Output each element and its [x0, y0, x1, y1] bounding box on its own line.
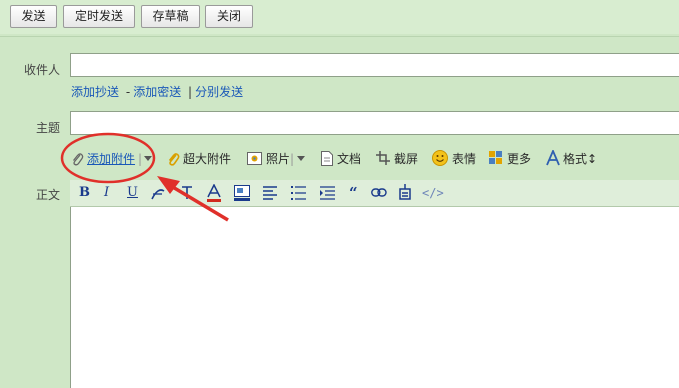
source-code-button[interactable]: </>	[422, 184, 444, 202]
more-button[interactable]: 更多	[507, 150, 531, 168]
add-bcc-link[interactable]: 添加密送	[133, 85, 181, 99]
separate-send-link[interactable]: 分别发送	[195, 85, 243, 99]
background-color-icon[interactable]	[234, 185, 250, 201]
document-button[interactable]: 文档	[337, 150, 361, 168]
format-label: 格式	[563, 152, 588, 166]
special-icon[interactable]	[398, 184, 412, 200]
format-button[interactable]: 格式↕	[563, 150, 597, 168]
screenshot-button[interactable]: 截屏	[394, 150, 418, 168]
font-color-icon[interactable]	[206, 184, 222, 202]
emoji-button[interactable]: 表情	[452, 150, 476, 168]
document-icon	[321, 151, 333, 166]
body-label: 正文	[36, 188, 61, 202]
to-field[interactable]	[70, 53, 679, 77]
more-icon	[489, 151, 502, 164]
font-family-icon[interactable]	[150, 185, 168, 201]
top-toolbar: 发送 定时发送 存草稿 关闭	[0, 0, 679, 34]
huge-attachment-icon	[168, 153, 180, 166]
link-icon[interactable]	[371, 188, 387, 198]
font-size-icon[interactable]	[179, 185, 195, 201]
underline-button[interactable]: U	[127, 184, 138, 202]
pipe-separator: |	[188, 85, 193, 99]
close-button[interactable]: 关闭	[205, 5, 253, 28]
photo-divider: |	[290, 152, 295, 166]
list-icon[interactable]	[291, 186, 307, 200]
save-draft-button[interactable]: 存草稿	[141, 5, 200, 28]
align-icon[interactable]	[263, 186, 279, 200]
dash-separator: -	[125, 85, 131, 99]
photo-dropdown-icon[interactable]	[296, 155, 306, 163]
photo-icon	[247, 152, 262, 165]
send-button[interactable]: 发送	[10, 5, 57, 28]
toolbar-divider	[0, 36, 679, 37]
format-icon	[546, 150, 560, 166]
attachment-divider: |	[138, 152, 143, 166]
body-editor[interactable]	[70, 207, 679, 388]
to-label: 收件人	[24, 63, 61, 77]
add-cc-link[interactable]: 添加抄送	[71, 85, 119, 99]
indent-icon[interactable]	[320, 186, 336, 200]
cc-links: 添加抄送 - 添加密送 | 分别发送	[71, 83, 243, 100]
photo-button[interactable]: 照片	[266, 150, 290, 168]
subject-field[interactable]	[70, 111, 679, 135]
add-attachment-button[interactable]: 添加附件	[87, 150, 135, 168]
huge-attachment-button[interactable]: 超大附件	[183, 150, 231, 168]
paperclip-icon	[72, 153, 84, 166]
dropdown-icon[interactable]	[143, 155, 153, 163]
italic-button[interactable]: I	[104, 184, 109, 202]
scheduled-send-button[interactable]: 定时发送	[63, 5, 135, 28]
subject-label: 主题	[36, 121, 61, 135]
emoji-icon	[432, 150, 448, 166]
quote-button[interactable]: “	[349, 184, 358, 202]
screenshot-icon	[376, 151, 390, 165]
bold-button[interactable]: B	[79, 184, 90, 202]
